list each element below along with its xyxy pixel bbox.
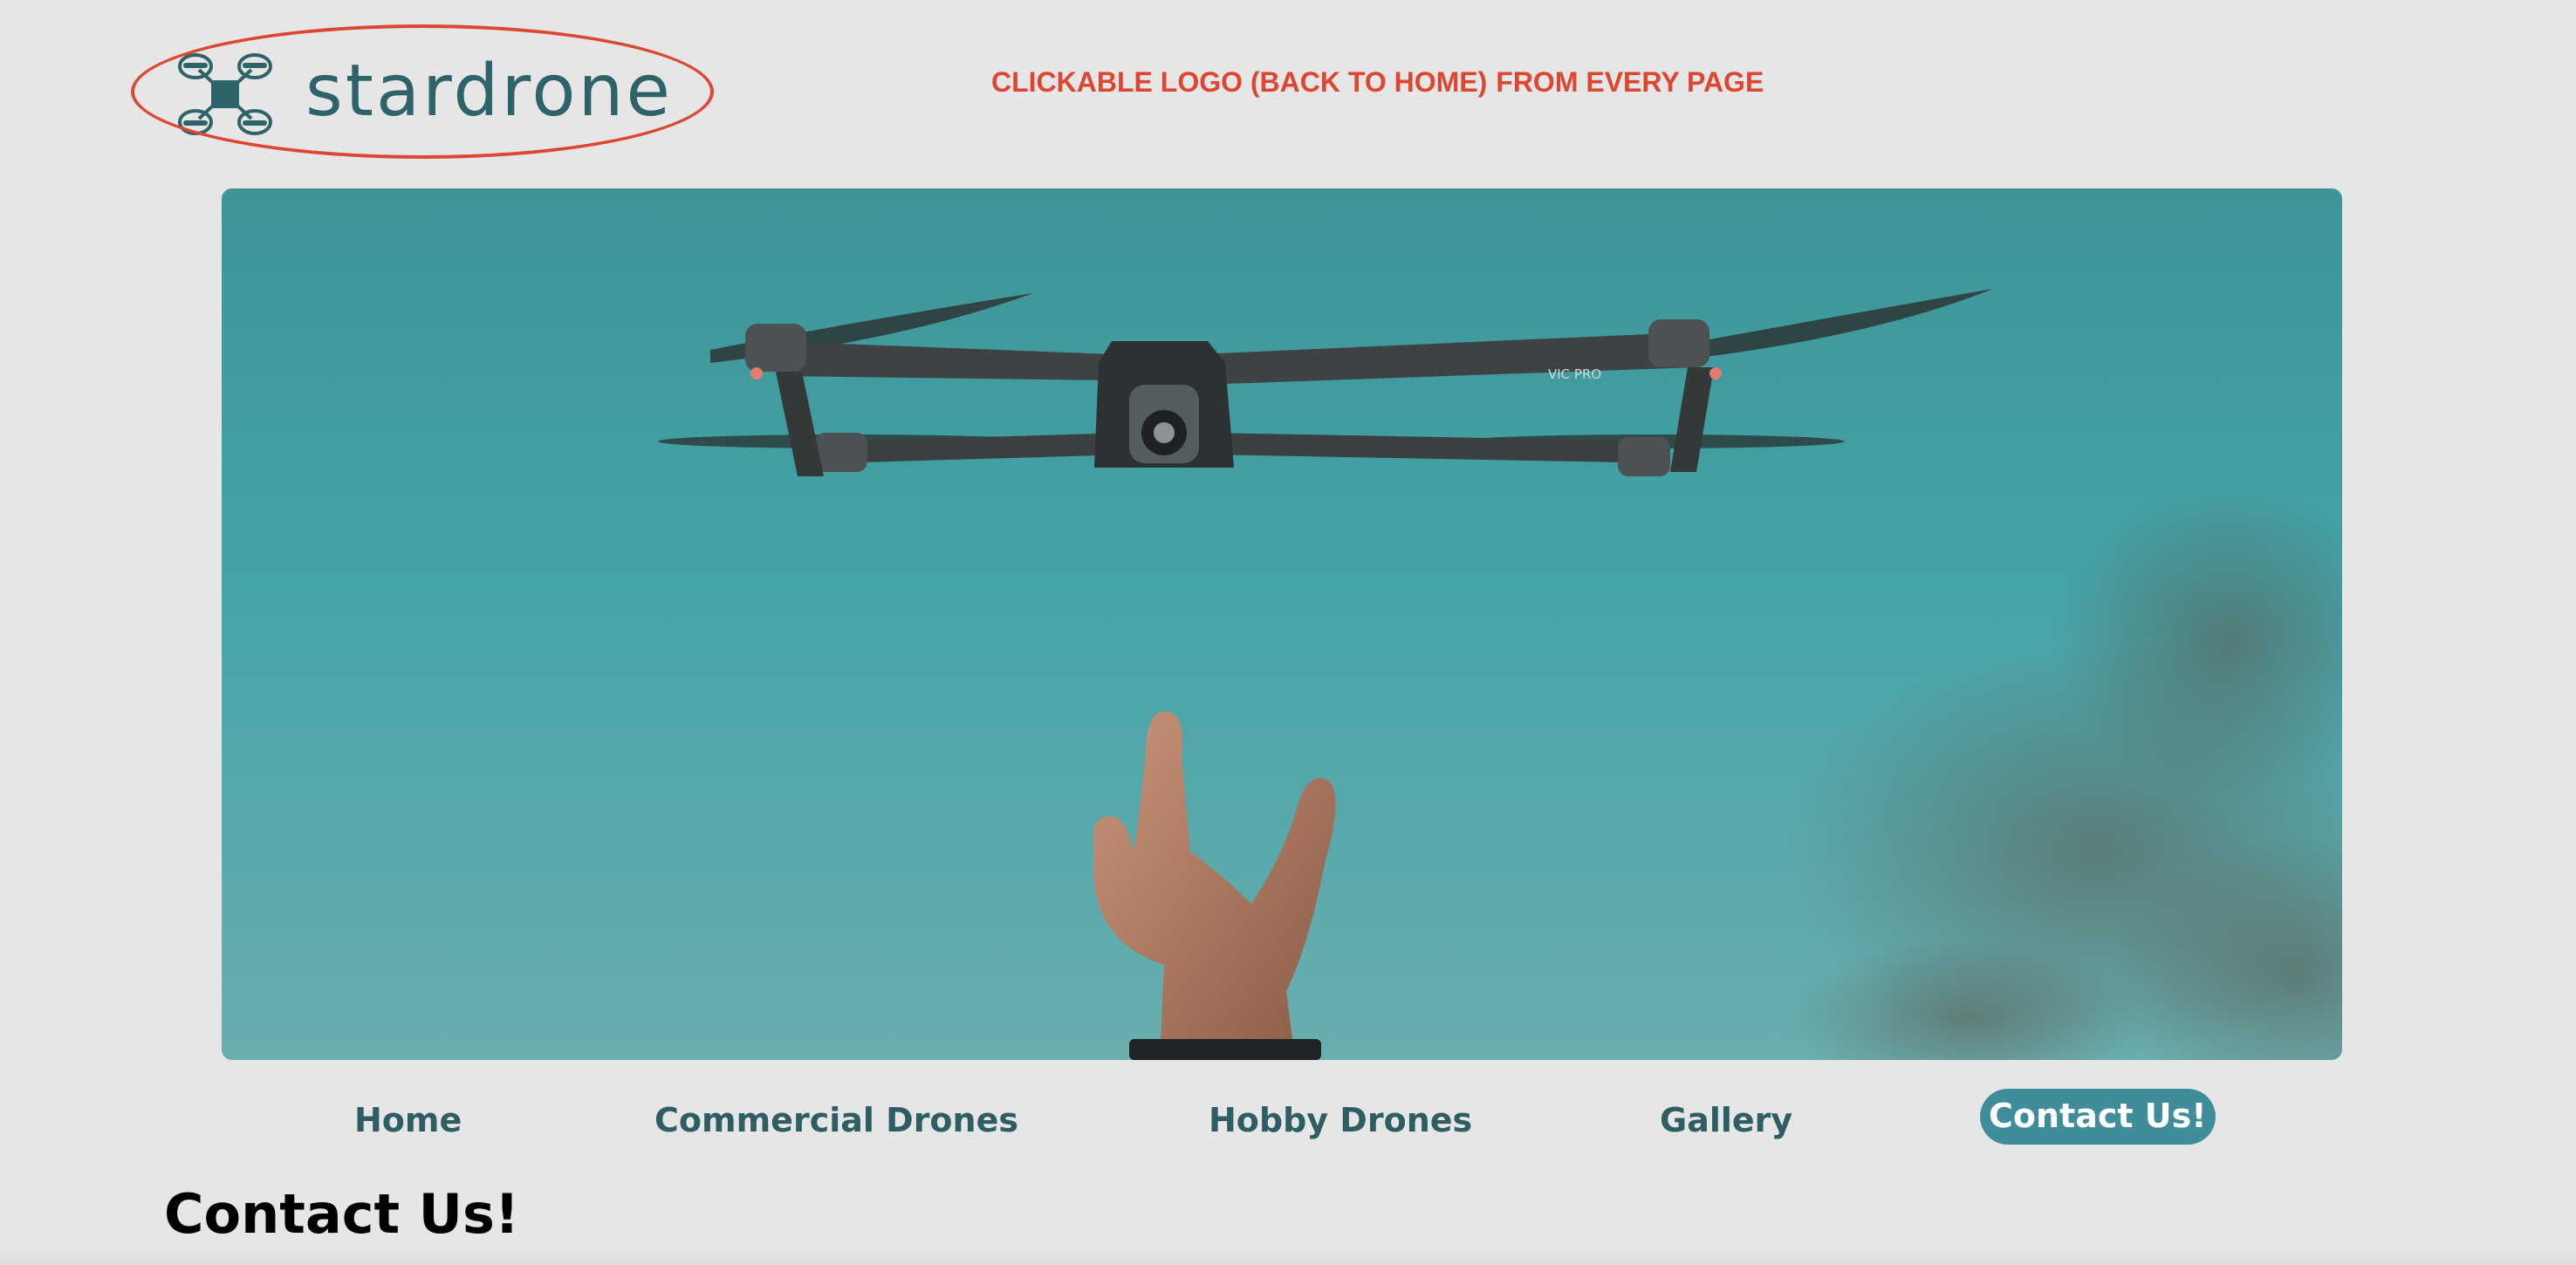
- drone-icon: [178, 53, 272, 135]
- annotation-text-2: FROM EVERY PAGE: [1496, 66, 1764, 98]
- logo-home-link[interactable]: stardrone: [175, 42, 681, 147]
- nav-home[interactable]: Home: [354, 1101, 462, 1139]
- section-divider: [0, 1249, 2576, 1265]
- nav-contact-us[interactable]: Contact Us!: [1980, 1089, 2216, 1145]
- logo-wordmark: stardrone: [305, 50, 673, 133]
- drone-model-label: VIC PRO: [1548, 366, 1601, 382]
- annotation-note: CLICKABLE LOGO (BACK TO HOME) FROM EVERY …: [991, 66, 1772, 99]
- hero-image: VIC PRO: [222, 188, 2342, 1060]
- hand-shape: [1093, 711, 1336, 1060]
- drone-shape: [658, 289, 1993, 476]
- annotation-text-1: CLICKABLE LOGO (BACK TO HOME): [991, 66, 1488, 98]
- nav-hobby-drones[interactable]: Hobby Drones: [1209, 1101, 1472, 1139]
- nav-commercial-drones[interactable]: Commercial Drones: [654, 1101, 1018, 1139]
- drone-photo-illustration: VIC PRO: [658, 289, 2342, 1060]
- nav-gallery[interactable]: Gallery: [1660, 1101, 1792, 1139]
- page: stardrone CLICKABLE LOGO (BACK TO HOME) F…: [0, 0, 2576, 1265]
- page-title: Contact Us!: [164, 1182, 520, 1246]
- main-nav: Home Commercial Drones Hobby Drones Gall…: [0, 1089, 2576, 1159]
